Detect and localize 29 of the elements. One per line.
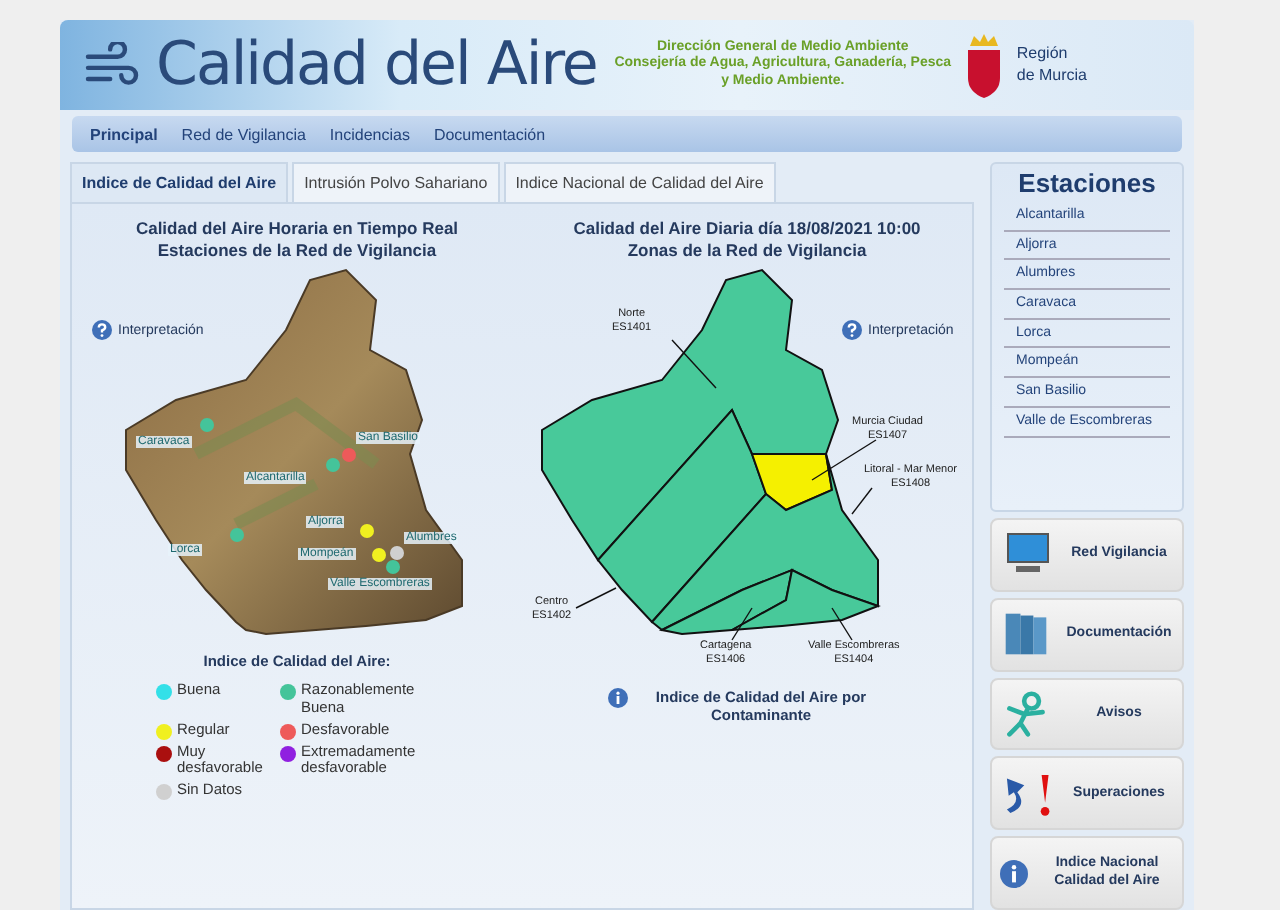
leader-line: [671, 339, 717, 390]
zone-area[interactable]: [731, 569, 881, 632]
zone-area[interactable]: [750, 453, 834, 512]
site-title: Calidad del Aire: [156, 30, 597, 100]
leader-line: [575, 587, 617, 610]
zone-area[interactable]: [658, 568, 794, 636]
leader-line: [831, 607, 853, 642]
books-icon: [1000, 610, 1052, 659]
tab[interactable]: Indice de Calidad del Aire: [70, 162, 289, 202]
section-title: Zonas de la Red de Vigilancia: [627, 239, 867, 261]
leader-line: [731, 607, 753, 642]
coat-of-arms-icon: [964, 33, 1005, 97]
leader-line: [851, 487, 873, 516]
stations-title: Estaciones: [1016, 168, 1158, 198]
wind-logo-icon: [84, 41, 140, 89]
tab[interactable]: Intrusión Polvo Sahariano: [292, 162, 500, 202]
region-name: Región de Murcia: [1016, 44, 1089, 86]
help-icon: [92, 320, 112, 341]
menu-item[interactable]: Principal: [80, 121, 168, 147]
info-icon: [1000, 859, 1028, 888]
section-title: Estaciones de la Red de Vigilancia: [157, 239, 437, 261]
tab[interactable]: Indice Nacional de Calidad del Aire: [503, 162, 776, 202]
help-icon: [842, 320, 862, 341]
section-title: Calidad del Aire Diaria día 18/08/2021 10:00: [573, 218, 921, 240]
section-title: Calidad del Aire Horaria en Tiempo Real: [135, 218, 459, 240]
menu-item[interactable]: Incidencias: [319, 121, 420, 147]
menu-item[interactable]: Documentación: [423, 121, 556, 147]
menu-item[interactable]: Red de Vigilancia: [171, 121, 316, 147]
info-icon: [607, 688, 627, 709]
